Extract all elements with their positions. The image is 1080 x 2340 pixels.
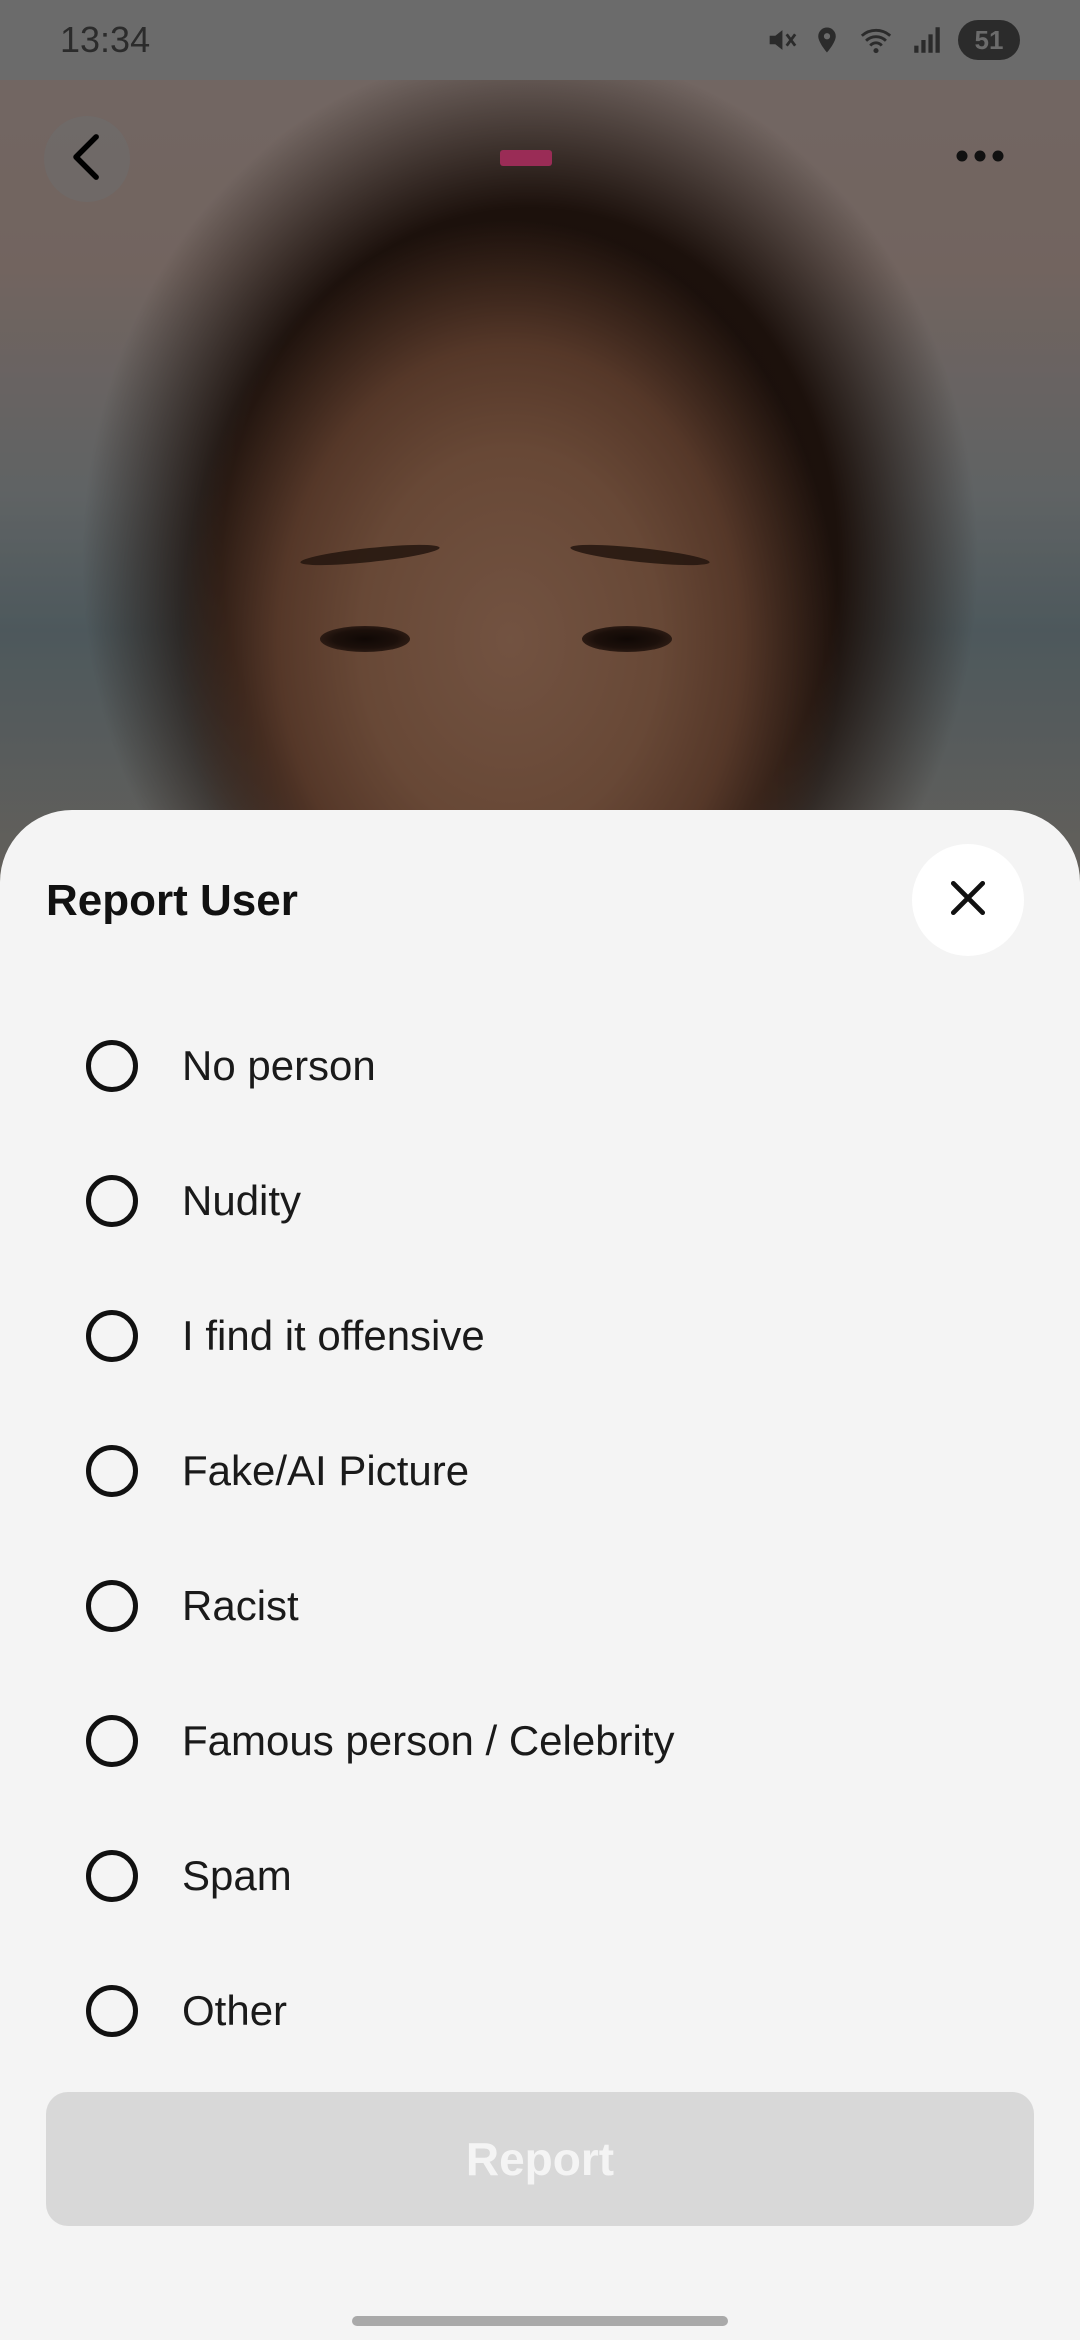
scrim-overlay[interactable] (0, 0, 1080, 900)
report-user-sheet: Report User No person Nudity I find it o… (0, 810, 1080, 2340)
location-icon (812, 23, 842, 57)
reason-label: I find it offensive (182, 1311, 485, 1359)
screen: 13:34 51 Report User No person Nudity I … (0, 0, 1080, 2340)
close-icon (946, 876, 990, 925)
reason-label: No person (182, 1041, 376, 1089)
radio-button[interactable] (86, 1714, 138, 1767)
reason-option-nudity[interactable]: Nudity (0, 1133, 1080, 1268)
photo-page-indicator (500, 150, 552, 166)
close-button[interactable] (912, 844, 1024, 956)
reason-label: Racist (182, 1581, 299, 1629)
reason-option-other[interactable]: Other (0, 1943, 1080, 2078)
chevron-left-icon (65, 131, 109, 188)
wifi-icon (856, 23, 896, 57)
reason-label: Fake/AI Picture (182, 1446, 470, 1494)
reason-label: Spam (182, 1851, 292, 1899)
status-time: 13:34 (60, 19, 151, 60)
radio-button[interactable] (86, 1579, 138, 1632)
more-options-button[interactable] (940, 130, 1020, 186)
status-bar: 13:34 51 (0, 0, 1080, 80)
signal-icon (910, 23, 944, 57)
battery-icon: 51 (958, 20, 1020, 60)
radio-button[interactable] (86, 1444, 138, 1497)
back-button[interactable] (44, 116, 130, 202)
reason-label: Famous person / Celebrity (182, 1716, 675, 1764)
reason-option-offensive[interactable]: I find it offensive (0, 1268, 1080, 1403)
report-reason-list: No person Nudity I find it offensive Fak… (0, 998, 1080, 2078)
reason-option-no-person[interactable]: No person (0, 998, 1080, 1133)
radio-button[interactable] (86, 1309, 138, 1362)
radio-button[interactable] (86, 1039, 138, 1092)
home-indicator[interactable] (352, 2316, 728, 2326)
reason-label: Other (182, 1986, 288, 2034)
radio-button[interactable] (86, 1174, 138, 1227)
mute-icon (764, 23, 798, 57)
reason-option-fake-ai[interactable]: Fake/AI Picture (0, 1403, 1080, 1538)
reason-option-celebrity[interactable]: Famous person / Celebrity (0, 1673, 1080, 1808)
reason-option-racist[interactable]: Racist (0, 1538, 1080, 1673)
status-icons: 51 (764, 20, 1020, 60)
radio-button[interactable] (86, 1849, 138, 1902)
reason-option-spam[interactable]: Spam (0, 1808, 1080, 1943)
report-submit-button[interactable]: Report (46, 2092, 1034, 2226)
reason-label: Nudity (182, 1176, 302, 1224)
sheet-title: Report User (46, 876, 298, 925)
radio-button[interactable] (86, 1984, 138, 2037)
more-horizontal-icon (955, 149, 1005, 168)
